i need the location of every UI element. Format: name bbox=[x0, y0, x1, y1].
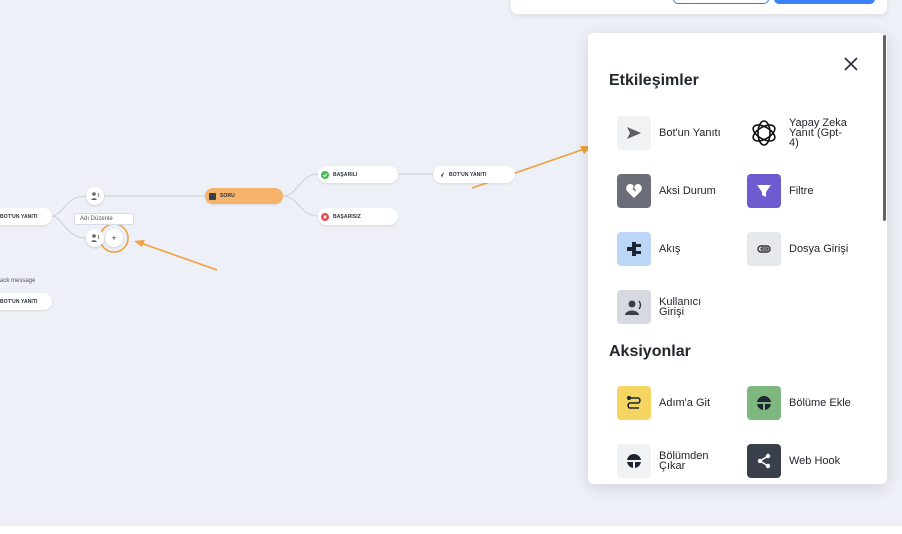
section-title-actions: Aksiyonlar bbox=[609, 343, 691, 360]
cross-icon bbox=[321, 212, 329, 221]
fallback-message-label: ack message bbox=[0, 278, 36, 284]
remove-from-segment-icon bbox=[617, 444, 651, 478]
goto-step-icon bbox=[617, 386, 651, 420]
section-title-interactions: Etkileşimler bbox=[609, 72, 699, 89]
node-label: BOT'UN YANITI bbox=[449, 171, 487, 178]
bot-reply-node[interactable]: BOT'UN YANITI bbox=[433, 166, 515, 183]
flow-canvas[interactable]: BOT'UN YANITI ack message BOT'UN YANITI … bbox=[0, 0, 902, 526]
rename-tooltip[interactable]: Adı Düzenle bbox=[74, 213, 134, 225]
item-label: Bot'un Yanıtı bbox=[659, 127, 721, 139]
bot-reply-node-left-2[interactable]: BOT'UN YANITI bbox=[0, 293, 52, 310]
paperclip-icon bbox=[747, 232, 781, 266]
openai-icon bbox=[747, 116, 781, 150]
failure-node[interactable]: BAŞARISIZ bbox=[318, 208, 398, 225]
rename-label: Adı Düzenle bbox=[80, 216, 113, 222]
item-fallback[interactable]: Aksi Durum bbox=[617, 173, 716, 209]
scrollbar-thumb[interactable] bbox=[883, 35, 886, 221]
item-label: Bölüme Ekle bbox=[789, 397, 851, 409]
user-voice-icon bbox=[617, 290, 651, 324]
cancel-button[interactable] bbox=[673, 0, 769, 4]
check-icon bbox=[321, 170, 329, 179]
question-node[interactable]: SORU bbox=[205, 188, 283, 204]
bot-reply-node-left[interactable]: BOT'UN YANITI bbox=[0, 208, 52, 225]
item-label: Adım'a Git bbox=[659, 397, 711, 409]
close-button[interactable] bbox=[840, 53, 862, 75]
user-input-node-2[interactable] bbox=[86, 229, 104, 247]
success-node[interactable]: BAŞARILI bbox=[318, 166, 398, 183]
item-bot-reply[interactable]: Bot'un Yanıtı bbox=[617, 115, 721, 151]
item-web-hook[interactable]: Web Hook bbox=[747, 443, 840, 479]
item-label: Bölümden Çıkar bbox=[659, 450, 709, 472]
broken-heart-icon bbox=[617, 174, 651, 208]
user-voice-icon bbox=[91, 192, 100, 200]
item-label: Web Hook bbox=[789, 455, 841, 467]
panel-scrollbar[interactable] bbox=[882, 33, 887, 484]
item-file-input[interactable]: Dosya Girişi bbox=[747, 231, 848, 267]
node-label: BOT'UN YANITI bbox=[0, 298, 38, 305]
item-label: Aksi Durum bbox=[659, 185, 716, 197]
item-label: Kullanıcı Girişi bbox=[659, 296, 702, 318]
item-label: Akış bbox=[659, 243, 681, 255]
node-label: BAŞARILI bbox=[333, 171, 358, 178]
close-icon bbox=[844, 57, 858, 71]
item-ai-reply[interactable]: Yapay Zeka Yanıt (Gpt- 4) bbox=[747, 115, 847, 151]
item-label: Yapay Zeka Yanıt (Gpt- 4) bbox=[789, 117, 847, 149]
filter-icon bbox=[747, 174, 781, 208]
node-label: SORU bbox=[220, 193, 235, 199]
confirm-button[interactable] bbox=[774, 0, 875, 4]
node-label: BOT'UN YANITI bbox=[0, 213, 38, 220]
plus-icon: + bbox=[111, 233, 117, 243]
item-label: Dosya Girişi bbox=[789, 243, 849, 255]
user-voice-icon bbox=[91, 234, 100, 242]
item-remove-from-segment[interactable]: Bölümden Çıkar bbox=[617, 443, 709, 479]
question-icon bbox=[209, 192, 216, 200]
item-user-input[interactable]: Kullanıcı Girişi bbox=[617, 289, 701, 325]
item-add-to-segment[interactable]: Bölüme Ekle bbox=[747, 385, 851, 421]
node-label: BAŞARISIZ bbox=[333, 213, 361, 220]
item-flow[interactable]: Akış bbox=[617, 231, 680, 267]
flow-icon bbox=[617, 232, 651, 266]
user-input-node[interactable] bbox=[86, 187, 104, 205]
add-node-button[interactable]: + bbox=[105, 229, 123, 247]
send-icon bbox=[438, 171, 444, 178]
element-picker-panel: Etkileşimler Bot'un Yanıtı Yapay Zeka Ya… bbox=[588, 33, 887, 484]
item-filter[interactable]: Filtre bbox=[747, 173, 813, 209]
send-icon bbox=[617, 116, 651, 150]
item-go-to-step[interactable]: Adım'a Git bbox=[617, 385, 710, 421]
top-dialog-partial bbox=[511, 0, 887, 14]
share-icon bbox=[747, 444, 781, 478]
bottom-strip bbox=[0, 526, 902, 534]
item-label: Filtre bbox=[789, 185, 814, 197]
add-to-segment-icon bbox=[747, 386, 781, 420]
